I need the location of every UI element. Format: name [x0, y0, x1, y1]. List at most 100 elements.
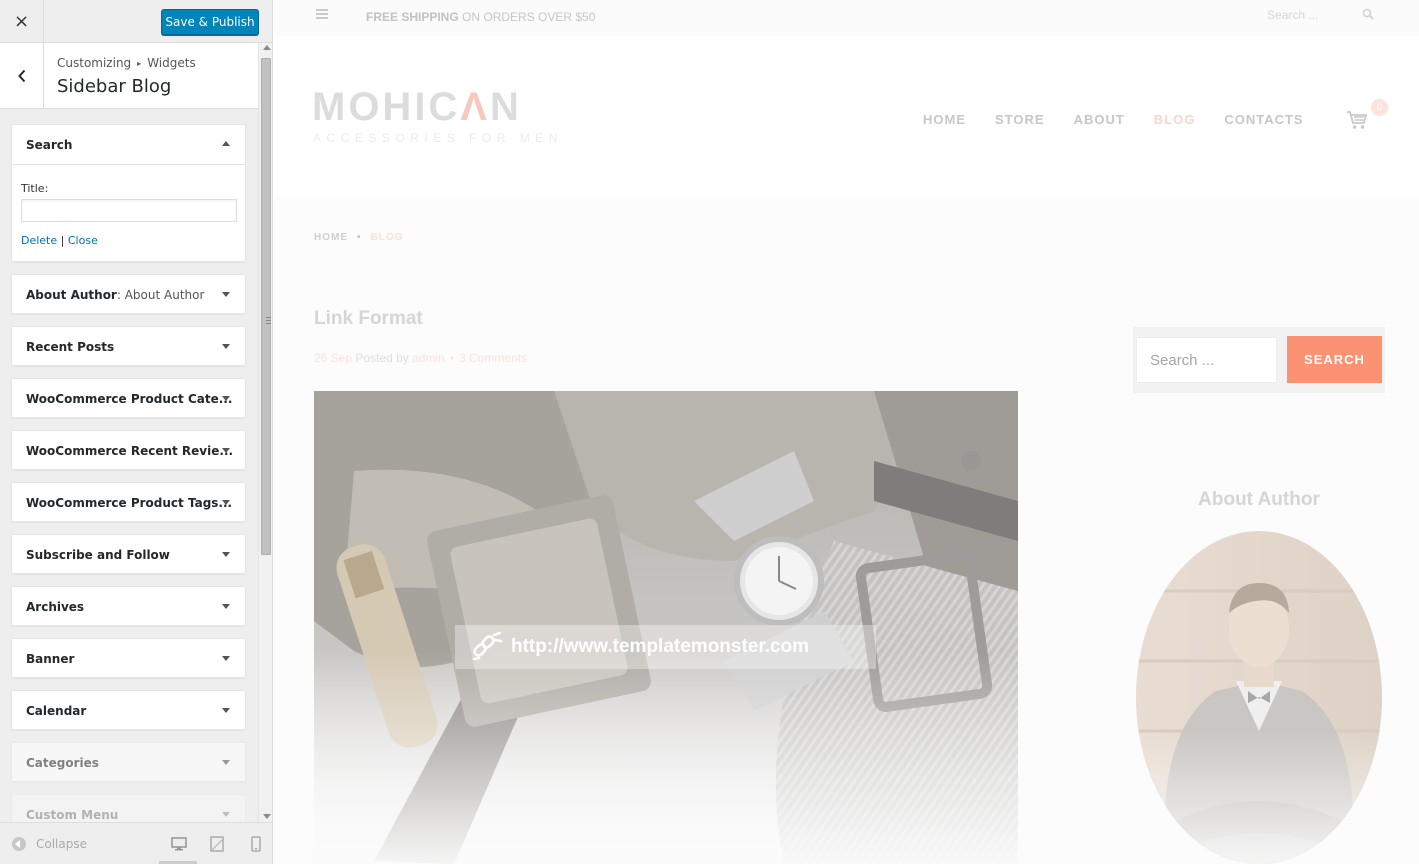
widget-woocommerce-product-tags[interactable]: WooCommerce Product Tags...: [11, 482, 246, 522]
site-preview: FREE SHIPPING ON ORDERS OVER $50 Search …: [274, 0, 1419, 864]
breadcrumbs: HOME • BLOG: [314, 232, 404, 243]
post-date[interactable]: 26 Sep: [314, 351, 352, 365]
top-search-input[interactable]: Search ...: [1267, 8, 1318, 22]
sidebar-search-input[interactable]: Search ...: [1136, 337, 1277, 383]
mobile-icon[interactable]: [247, 835, 265, 853]
post-featured-image: http://www.templatemonster.com: [314, 391, 1018, 864]
widget-recent-posts[interactable]: Recent Posts: [11, 326, 246, 366]
widget-title: Banner: [26, 652, 75, 666]
section-title: Sidebar Blog: [57, 76, 172, 97]
caret-down-icon[interactable]: [222, 760, 230, 765]
nav-item-store[interactable]: STORE: [995, 112, 1045, 127]
breadcrumb: Customizing ▸ Widgets: [57, 56, 196, 70]
site-logo[interactable]: MOHICΛN: [312, 87, 522, 127]
caret-down-icon[interactable]: [222, 396, 230, 401]
top-bar: FREE SHIPPING ON ORDERS OVER $50 Search …: [274, 0, 1419, 36]
widget-title: Categories: [26, 756, 99, 770]
scroll-up-icon[interactable]: [263, 45, 271, 50]
back-button[interactable]: [0, 43, 44, 108]
widget-title: WooCommerce Recent Revie...: [26, 444, 234, 458]
widget-header[interactable]: Search: [12, 125, 245, 165]
collapse-label: Collapse: [36, 837, 87, 851]
customizer-panel: × Save & Publish Customizing ▸ Widgets Sid…: [0, 0, 273, 864]
post-title[interactable]: Link Format: [314, 308, 423, 330]
grip-icon: [266, 317, 271, 324]
scrollbar-thumb[interactable]: [261, 58, 271, 555]
widget-subscribe-follow[interactable]: Subscribe and Follow: [11, 534, 246, 574]
nav-item-home[interactable]: HOME: [923, 112, 966, 127]
scrollbar[interactable]: [258, 43, 272, 822]
scroll-down-icon[interactable]: [263, 814, 271, 819]
widget-title: Archives: [26, 600, 85, 614]
sidebar-search-button[interactable]: SEARCH: [1287, 336, 1382, 383]
caret-down-icon[interactable]: [222, 344, 230, 349]
chevron-left-icon: [17, 69, 25, 82]
widget-search: Search Title: Delete | Close: [11, 124, 246, 262]
post-link-box[interactable]: http://www.templatemonster.com: [455, 625, 876, 669]
close-customizer-button[interactable]: ×: [0, 0, 44, 42]
about-author-title: About Author: [1198, 489, 1320, 510]
caret-down-icon[interactable]: [222, 500, 230, 505]
widget-title: Custom Menu: [26, 808, 119, 822]
widget-title: Search: [26, 138, 73, 152]
widget-list: Search Title: Delete | Close About Autho…: [11, 124, 246, 846]
caret-down-icon[interactable]: [222, 708, 230, 713]
post-link-url[interactable]: http://www.templatemonster.com: [511, 636, 809, 658]
breadcrumb-root: Customizing: [57, 56, 132, 70]
actions-divider: |: [60, 234, 65, 247]
widget-about-author[interactable]: About Author: About Author: [11, 274, 246, 314]
caret-up-icon[interactable]: [222, 141, 230, 146]
delete-link[interactable]: Delete: [21, 234, 57, 247]
author-photo: [1136, 531, 1382, 864]
post-meta: 26 Sep Posted by admin • 3 Comments: [314, 351, 528, 365]
cart-icon[interactable]: [1346, 110, 1368, 130]
title-field-label: Title:: [21, 182, 49, 195]
post-author[interactable]: admin: [412, 351, 445, 365]
breadcrumb-separator: ▸: [137, 59, 142, 68]
post-comments[interactable]: 3 Comments: [459, 351, 527, 365]
widget-woocommerce-recent-reviews[interactable]: WooCommerce Recent Revie...: [11, 430, 246, 470]
widget-actions: Delete | Close: [21, 234, 98, 247]
widget-title: About Author: About Author: [26, 288, 205, 302]
customizer-header: × Save & Publish: [0, 0, 272, 43]
main-nav: HOME STORE ABOUT BLOG CONTACTS: [923, 112, 1333, 127]
title-field[interactable]: [21, 199, 237, 222]
save-publish-button[interactable]: Save & Publish: [161, 9, 259, 35]
widget-title: WooCommerce Product Tags...: [26, 496, 233, 510]
nav-item-blog[interactable]: BLOG: [1154, 112, 1196, 127]
caret-down-icon[interactable]: [222, 552, 230, 557]
widget-title: Recent Posts: [26, 340, 115, 354]
cart-count-badge: 0: [1371, 99, 1388, 116]
widget-calendar[interactable]: Calendar: [11, 690, 246, 730]
close-icon: ×: [13, 10, 30, 32]
hamburger-menu-icon[interactable]: [316, 9, 328, 21]
breadcrumb-current: BLOG: [370, 232, 404, 243]
link-chain-icon: [472, 631, 503, 661]
desktop-icon[interactable]: [170, 835, 188, 853]
breadcrumb-home[interactable]: HOME: [314, 232, 348, 243]
widget-banner[interactable]: Banner: [11, 638, 246, 678]
caret-down-icon[interactable]: [222, 292, 230, 297]
customizer-footer: Collapse: [0, 822, 272, 864]
widget-woocommerce-product-categories[interactable]: WooCommerce Product Cate...: [11, 378, 246, 418]
search-icon[interactable]: [1362, 8, 1374, 20]
caret-down-icon[interactable]: [222, 448, 230, 453]
widget-categories[interactable]: Categories: [11, 742, 246, 782]
widget-archives[interactable]: Archives: [11, 586, 246, 626]
nav-item-about[interactable]: ABOUT: [1074, 112, 1125, 127]
section-header: Customizing ▸ Widgets Sidebar Blog: [0, 43, 258, 109]
close-link[interactable]: Close: [68, 234, 98, 247]
widget-title: Calendar: [26, 704, 87, 718]
caret-down-icon[interactable]: [222, 812, 230, 817]
collapse-button[interactable]: Collapse: [12, 837, 87, 851]
site-tagline: ACCESSORIES FOR MEN: [313, 131, 563, 145]
collapse-icon: [12, 837, 26, 851]
widget-title: Subscribe and Follow: [26, 548, 170, 562]
author-avatar: [1136, 531, 1382, 864]
tablet-icon[interactable]: [208, 835, 226, 853]
nav-item-contacts[interactable]: CONTACTS: [1224, 112, 1303, 127]
caret-down-icon[interactable]: [222, 656, 230, 661]
breadcrumb-section: Widgets: [147, 56, 196, 70]
widget-title: WooCommerce Product Cate...: [26, 392, 233, 406]
caret-down-icon[interactable]: [222, 604, 230, 609]
